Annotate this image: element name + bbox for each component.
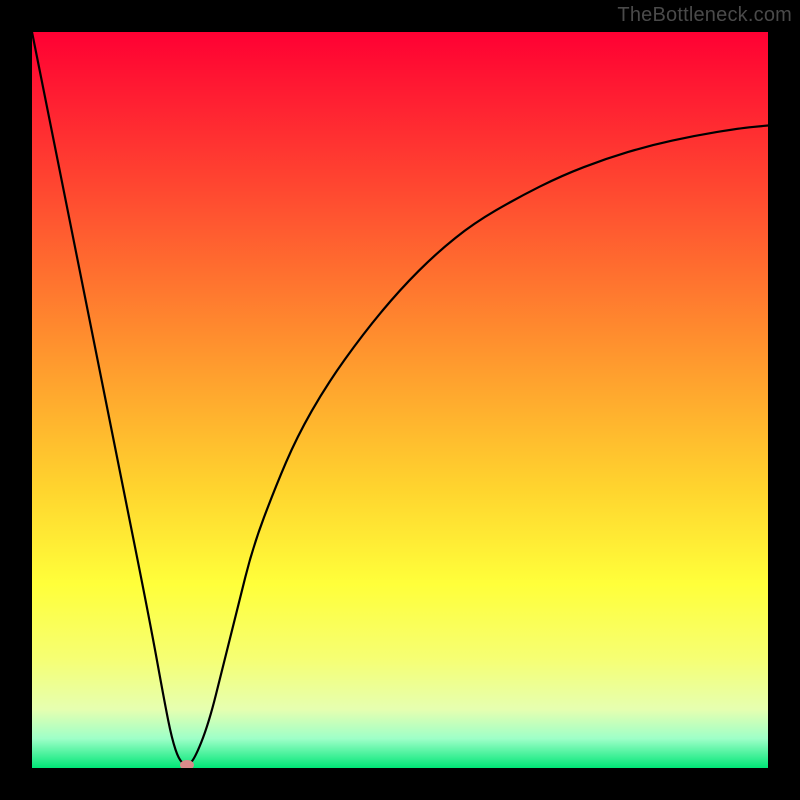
optimal-point-marker (180, 760, 194, 768)
bottleneck-curve (32, 32, 768, 768)
chart-frame: TheBottleneck.com (0, 0, 800, 800)
plot-area (32, 32, 768, 768)
watermark-label: TheBottleneck.com (617, 4, 792, 27)
